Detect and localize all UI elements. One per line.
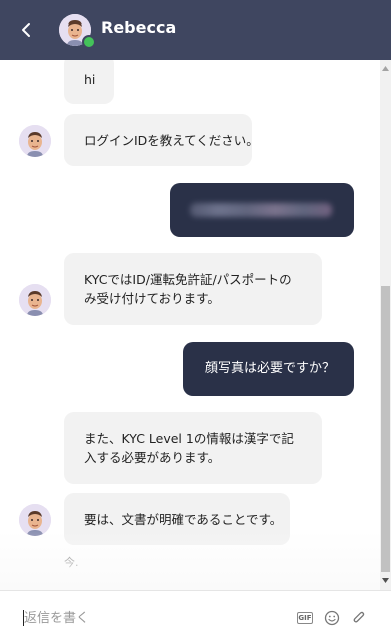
message-text: 入する必要があります。 [84, 450, 221, 465]
contact-name: Rebecca [101, 18, 177, 37]
scroll-down-arrow[interactable] [380, 574, 391, 586]
message-text: 要は、文書が明確であることです。 [84, 512, 283, 527]
message-composer: GIF [0, 590, 391, 644]
outgoing-message-redacted [170, 183, 354, 237]
message-timestamp: 今. [64, 556, 79, 569]
memoji-avatar-icon [19, 125, 51, 157]
paperclip-icon [353, 611, 365, 623]
scrollbar[interactable] [380, 60, 391, 590]
attach-button[interactable] [349, 608, 369, 628]
incoming-message: ログインIDを教えてください。 [64, 114, 259, 166]
incoming-message: 要は、文書が明確であることです。 [64, 493, 290, 545]
message-list[interactable]: hi ログインIDを教えてください。 KYCではID/運転免許証/パスポートの … [0, 60, 380, 590]
triangle-down-icon [382, 577, 389, 583]
emoji-button[interactable] [322, 608, 342, 628]
message-text: KYCではID/運転免許証/パスポートの [84, 272, 292, 287]
outgoing-message: 顔写真は必要ですか？ [183, 342, 354, 396]
message-text: み受け付けております。 [84, 291, 220, 306]
sender-avatar[interactable] [19, 125, 51, 157]
triangle-up-icon [382, 65, 389, 71]
chevron-left-icon [22, 23, 30, 37]
sender-avatar[interactable] [19, 284, 51, 316]
chat-header: Rebecca [0, 0, 391, 60]
incoming-message: KYCではID/運転免許証/パスポートの み受け付けております。 [64, 253, 322, 325]
back-button[interactable] [14, 18, 38, 42]
scrollbar-thumb[interactable] [381, 286, 390, 572]
message-text: 顔写真は必要ですか？ [205, 361, 336, 376]
reply-input[interactable] [24, 607, 274, 629]
gif-icon: GIF [297, 612, 313, 624]
message-text: また、KYC Level 1の情報は漢字で記 [84, 431, 294, 446]
message-text: hi [84, 72, 96, 87]
memoji-avatar-icon [19, 284, 51, 316]
message-text: ログインIDを教えてください。 [84, 133, 259, 148]
scroll-up-arrow[interactable] [380, 62, 391, 74]
memoji-avatar-icon [19, 504, 51, 536]
incoming-message: hi [64, 60, 114, 104]
redacted-text [190, 203, 332, 217]
online-status-dot [82, 35, 96, 49]
emoji-icon [324, 610, 340, 626]
sender-avatar[interactable] [19, 504, 51, 536]
gif-button[interactable]: GIF [295, 608, 315, 628]
incoming-message: また、KYC Level 1の情報は漢字で記 入する必要があります。 [64, 412, 322, 484]
